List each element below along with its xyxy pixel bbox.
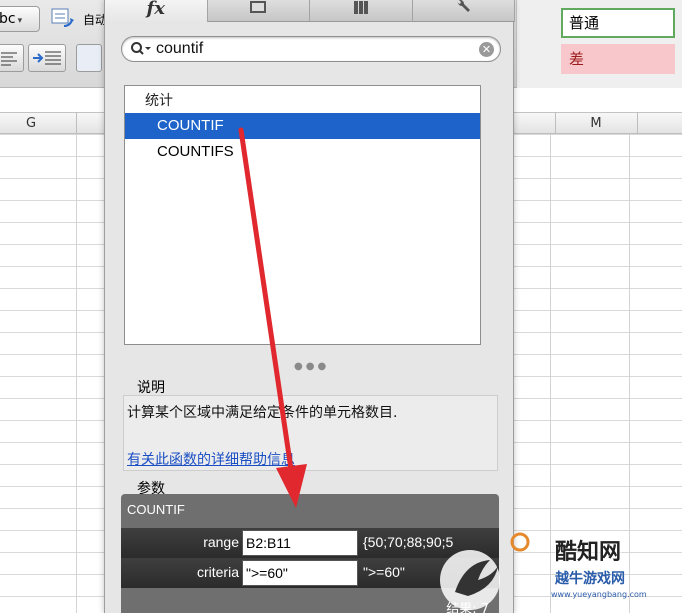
list-item-countif[interactable]: COUNTIF: [125, 113, 480, 139]
column-divider: [555, 112, 556, 134]
description-text: 计算某个区域中满足给定条件的单元格数目.: [127, 405, 398, 421]
media-browser-icon: [250, 0, 267, 13]
argument-name: range: [203, 534, 239, 550]
resize-grip-icon[interactable]: ●●●: [294, 361, 329, 372]
tab-reference-tools[interactable]: [310, 0, 413, 22]
indent-button[interactable]: [28, 44, 66, 72]
list-item-countifs[interactable]: COUNTIFS: [125, 139, 480, 165]
range-field[interactable]: B2:B11: [242, 530, 358, 556]
chevron-down-icon: ▾: [17, 16, 23, 26]
tab-formula-builder[interactable]: fx: [105, 0, 208, 22]
book-icon: [353, 0, 368, 14]
search-icon[interactable]: [130, 41, 152, 57]
autosum-icon[interactable]: [50, 6, 78, 32]
help-link[interactable]: 有关此函数的详细帮助信息: [127, 449, 295, 469]
clear-search-icon[interactable]: ✕: [479, 42, 494, 57]
style-bad[interactable]: 差: [561, 44, 675, 74]
table-button[interactable]: [76, 44, 102, 72]
fx-icon: fx: [146, 0, 165, 19]
column-divider: [637, 112, 638, 134]
description-box: 计算某个区域中满足给定条件的单元格数目. 有关此函数的详细帮助信息: [123, 395, 498, 471]
arguments-function-name: COUNTIF: [127, 502, 185, 517]
column-header-m[interactable]: M: [555, 113, 637, 135]
watermark-logo-icon: [440, 532, 530, 610]
column-divider: [76, 112, 77, 134]
function-search-field[interactable]: ✕: [121, 36, 501, 62]
spelling-button-label: bc: [0, 11, 16, 27]
align-left-icon: [1, 52, 17, 66]
align-left-button[interactable]: [0, 44, 24, 72]
spelling-button[interactable]: bc ▾: [0, 6, 40, 32]
function-category: 统计: [145, 93, 173, 109]
style-normal[interactable]: 普通: [561, 8, 675, 38]
function-list[interactable]: 统计 COUNTIF COUNTIFS: [124, 85, 481, 345]
watermark: 酷知网 越牛游戏网 www.yueyangbang.com: [425, 520, 682, 613]
argument-name: criteria: [196, 564, 239, 580]
description-heading: 说明: [137, 380, 165, 396]
tab-media-browser[interactable]: [207, 0, 310, 22]
watermark-title: 酷知网: [555, 540, 622, 565]
formula-builder-tabs: fx: [105, 0, 515, 22]
watermark-subtitle: 越牛游戏网: [555, 571, 625, 587]
tab-inspector[interactable]: [412, 0, 515, 22]
indent-icon: [33, 51, 61, 65]
wrench-icon: [458, 0, 471, 12]
watermark-url: www.yueyangbang.com: [551, 590, 647, 599]
column-header-g[interactable]: G: [0, 113, 62, 135]
search-input[interactable]: [156, 39, 466, 59]
criteria-field[interactable]: ">=60": [242, 560, 358, 586]
